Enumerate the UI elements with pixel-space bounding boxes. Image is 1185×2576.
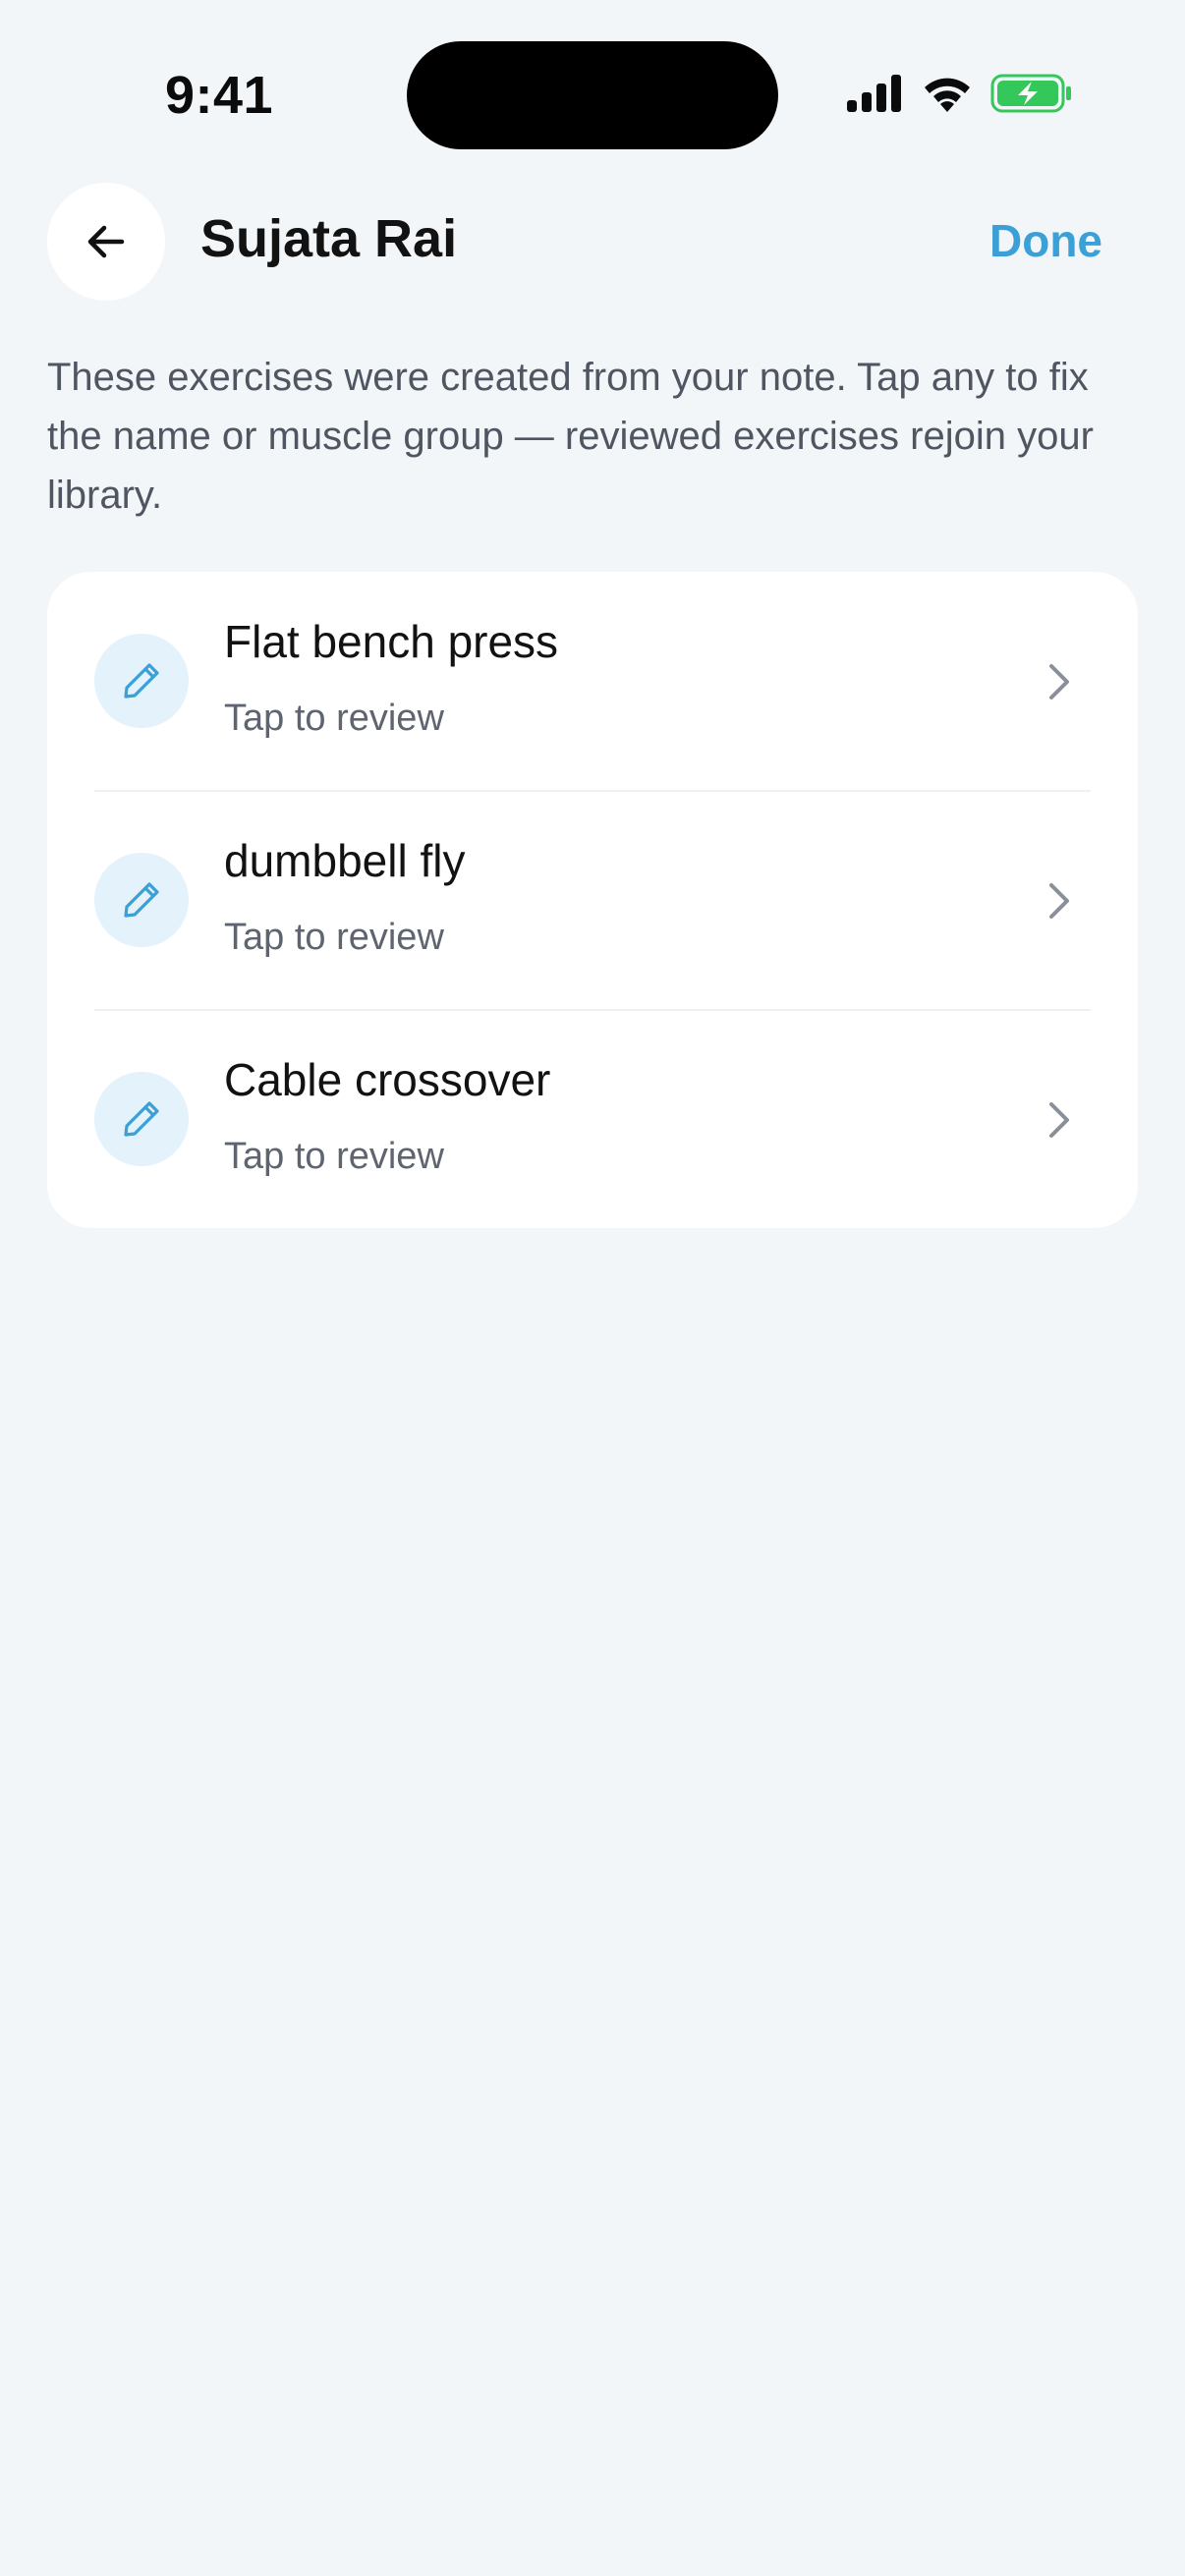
status-time: 9:41	[165, 66, 274, 125]
wifi-icon	[925, 78, 970, 112]
pencil-icon	[124, 882, 159, 918]
exercise-name: dumbbell fly	[224, 835, 466, 886]
exercise-status: Tap to review	[224, 917, 444, 958]
edit-badge	[94, 1072, 189, 1166]
exercise-list-card: Flat bench press Tap to review dumbbell …	[47, 572, 1138, 1228]
exercise-row-cable-crossover[interactable]: Cable crossover Tap to review	[47, 1010, 1138, 1228]
status-bar: 9:41	[0, 0, 1185, 157]
description-text: These exercises were created from your n…	[47, 356, 1094, 517]
pencil-icon	[124, 1101, 159, 1137]
arrow-left-icon	[87, 225, 125, 258]
edit-badge	[94, 634, 189, 728]
status-icons	[847, 69, 1073, 118]
edit-badge	[94, 853, 189, 947]
battery-charging-icon	[990, 74, 1071, 113]
exercise-status: Tap to review	[224, 1136, 444, 1177]
exercise-status: Tap to review	[224, 698, 444, 739]
exercise-name: Flat bench press	[224, 616, 559, 667]
chevron-right-icon	[1049, 883, 1069, 919]
pencil-icon	[124, 663, 159, 699]
done-button[interactable]: Done	[989, 214, 1102, 267]
chevron-right-icon	[1049, 664, 1069, 700]
chevron-right-icon	[1049, 1102, 1069, 1138]
exercise-row-dumbbell-fly[interactable]: dumbbell fly Tap to review	[47, 791, 1138, 1010]
page-title: Sujata Rai	[200, 209, 458, 268]
cellular-signal-icon	[847, 75, 901, 112]
dynamic-island	[407, 41, 778, 149]
exercise-row-flat-bench-press[interactable]: Flat bench press Tap to review	[47, 572, 1138, 791]
back-button[interactable]	[47, 183, 165, 301]
exercise-name: Cable crossover	[224, 1054, 551, 1105]
